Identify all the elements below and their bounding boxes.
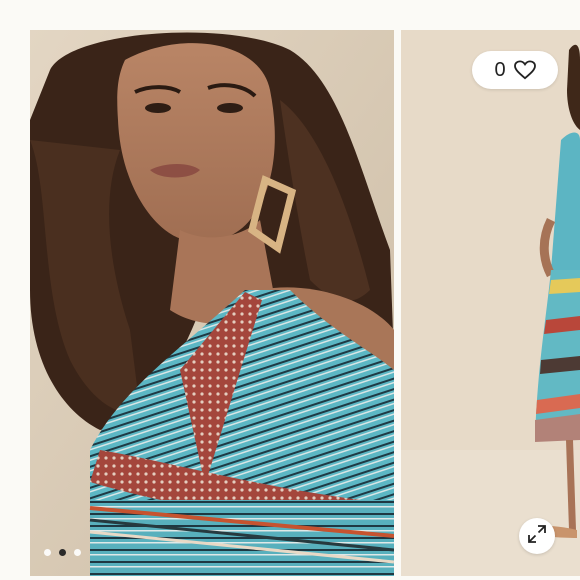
carousel-dots	[44, 549, 81, 556]
expand-arrows-icon	[527, 524, 547, 549]
product-image-next[interactable]	[401, 30, 580, 576]
carousel-dot[interactable]	[44, 549, 51, 556]
carousel-dot[interactable]	[74, 549, 81, 556]
model-photo-closeup	[30, 30, 394, 576]
favorite-count: 0	[494, 58, 506, 81]
product-gallery: 0	[0, 0, 580, 580]
favorite-button[interactable]: 0	[472, 51, 558, 89]
model-photo-full	[401, 30, 580, 576]
expand-image-button[interactable]	[519, 518, 555, 554]
carousel-dot-active[interactable]	[59, 549, 66, 556]
product-image-main[interactable]	[30, 30, 394, 576]
heart-icon	[513, 60, 536, 80]
